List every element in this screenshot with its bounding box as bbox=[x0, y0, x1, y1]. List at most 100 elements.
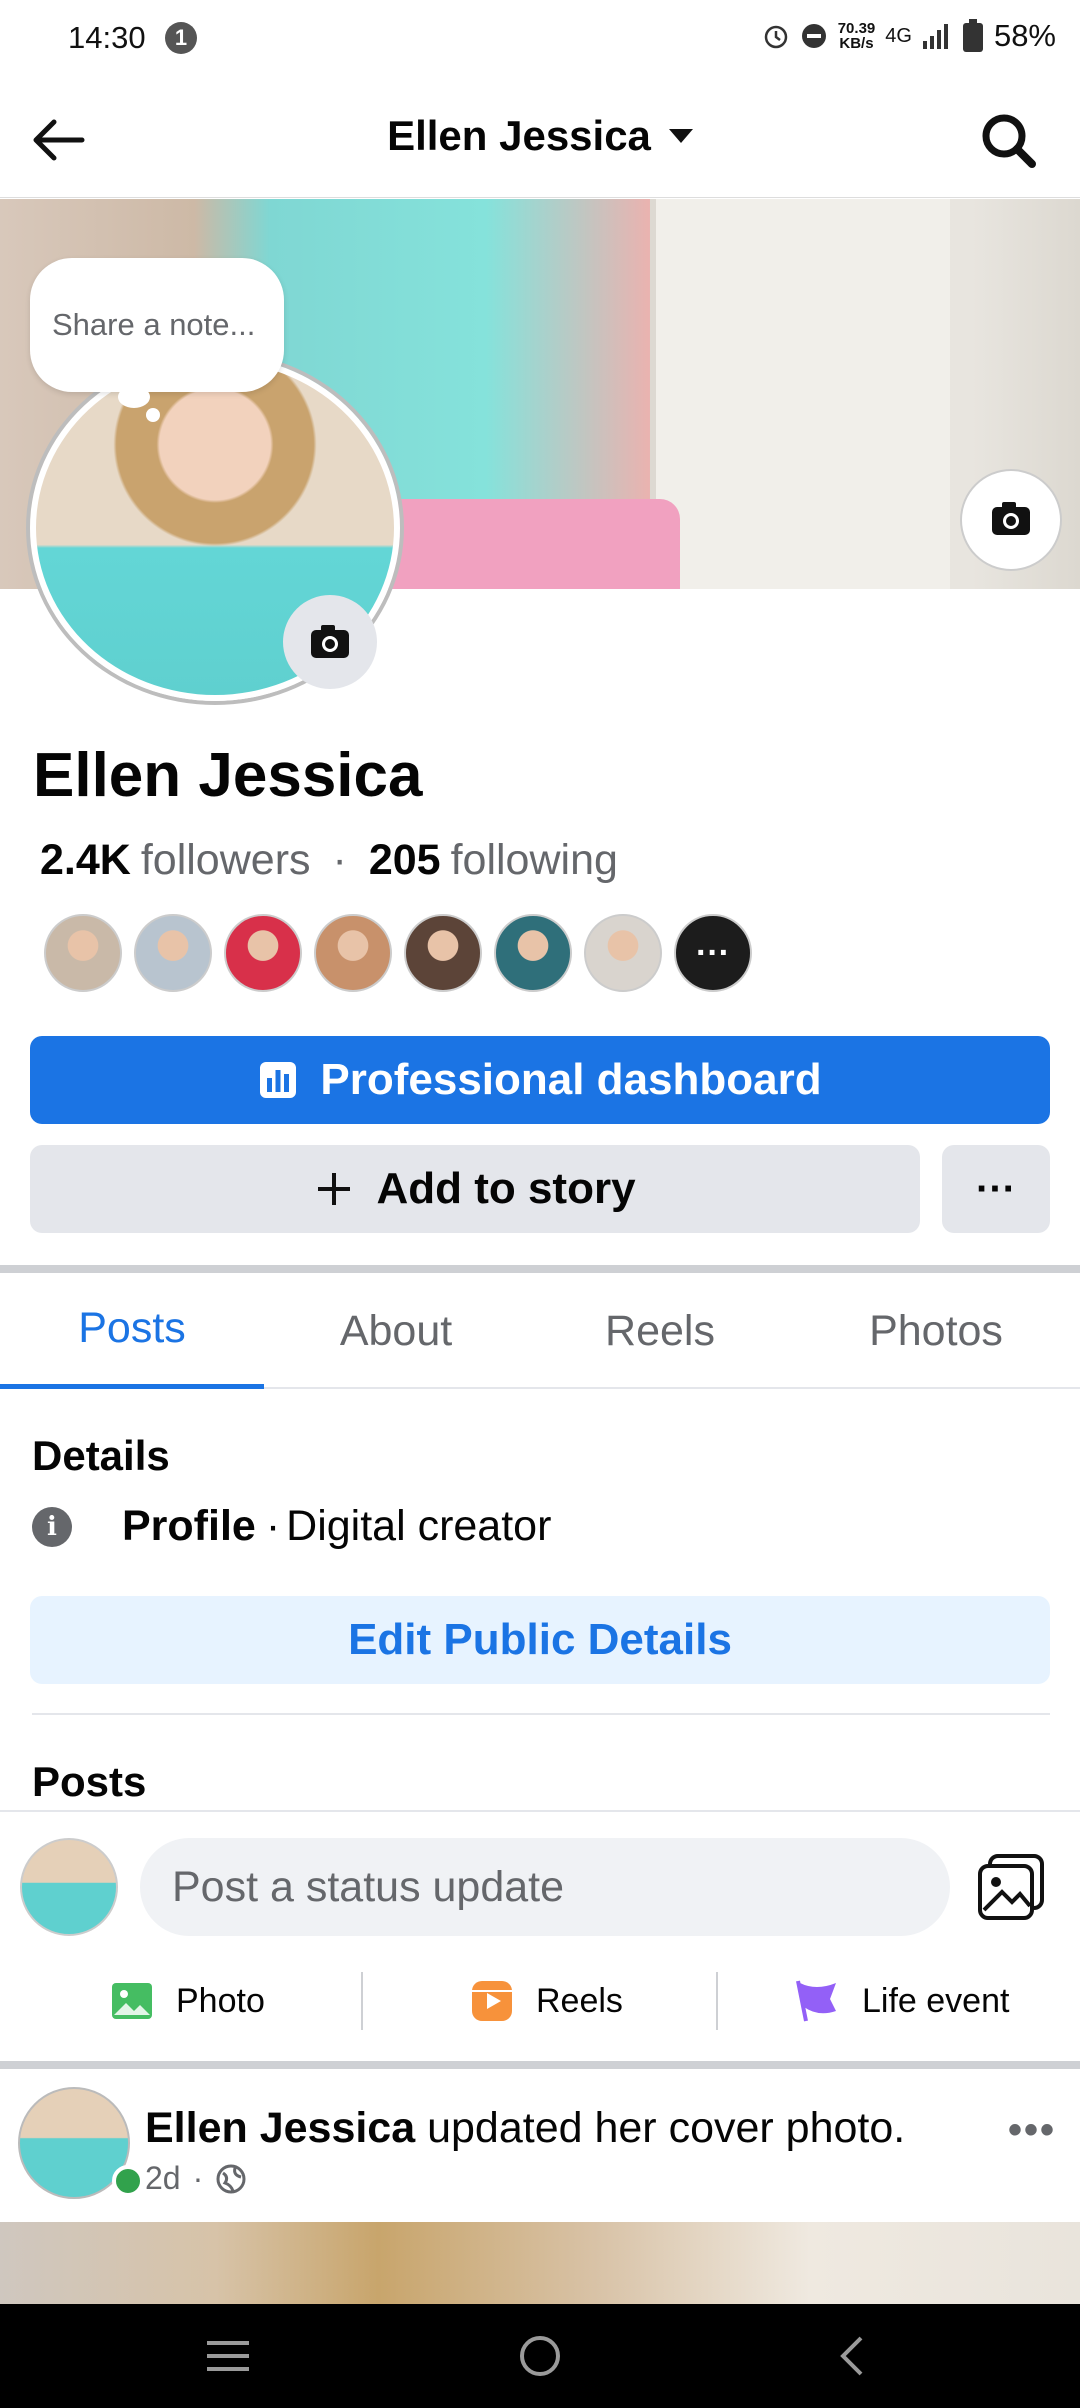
life-event-action-label: Life event bbox=[862, 1981, 1010, 2020]
system-back-button[interactable] bbox=[792, 2304, 912, 2408]
follower-avatar[interactable] bbox=[584, 914, 662, 992]
follower-avatar[interactable]: ··· bbox=[674, 914, 752, 992]
more-followers-label: ··· bbox=[696, 933, 730, 972]
tab-reels-label: Reels bbox=[605, 1306, 715, 1355]
profile-type-row: i Profile · Digital creator bbox=[32, 1502, 551, 1551]
follower-avatar[interactable] bbox=[224, 914, 302, 992]
follower-avatars[interactable]: ··· bbox=[44, 914, 752, 992]
divider bbox=[0, 1810, 1080, 1812]
action-divider bbox=[716, 1972, 718, 2030]
dnd-icon bbox=[801, 24, 826, 48]
add-to-story-label: Add to story bbox=[376, 1164, 636, 1213]
cover-clothing-shape bbox=[380, 499, 680, 589]
notification-badge: 1 bbox=[165, 22, 197, 54]
note-bubble-tail bbox=[118, 386, 150, 408]
life-event-action[interactable]: Life event bbox=[792, 1966, 1009, 2036]
recent-apps-button[interactable] bbox=[168, 2304, 288, 2408]
status-update-input[interactable]: Post a status update bbox=[140, 1838, 950, 1936]
search-icon[interactable] bbox=[978, 110, 1038, 170]
follower-avatar[interactable] bbox=[494, 914, 572, 992]
note-bubble-tail-dot bbox=[146, 408, 160, 422]
net-speed: 70.39 KB/s bbox=[838, 21, 876, 51]
follower-avatar[interactable] bbox=[134, 914, 212, 992]
composer-actions: Photo Reels Life event bbox=[0, 1966, 1080, 2036]
battery-level: 58% bbox=[993, 18, 1056, 53]
status-icons: 70.39 KB/s 4G 58% bbox=[762, 18, 1056, 54]
status-bar: 14:30 1 70.39 KB/s 4G 58% bbox=[0, 0, 1080, 80]
followers-label[interactable]: followers bbox=[141, 836, 311, 885]
following-label[interactable]: following bbox=[451, 836, 618, 885]
add-to-story-button[interactable]: Add to story bbox=[30, 1145, 920, 1233]
professional-dashboard-button[interactable]: Professional dashboard bbox=[30, 1036, 1050, 1124]
profile-name: Ellen Jessica bbox=[33, 741, 423, 810]
edit-public-details-button[interactable]: Edit Public Details bbox=[30, 1596, 1050, 1684]
post-more-button[interactable]: ••• bbox=[1008, 2108, 1056, 2153]
reels-action-label: Reels bbox=[536, 1981, 623, 2020]
globe-icon bbox=[216, 2164, 246, 2193]
section-divider bbox=[0, 1265, 1080, 1273]
details-heading: Details bbox=[32, 1432, 170, 1479]
more-options-label: ··· bbox=[976, 1166, 1016, 1211]
follower-avatar[interactable] bbox=[404, 914, 482, 992]
profile-type-label: Profile bbox=[122, 1502, 256, 1550]
tab-photos-label: Photos bbox=[869, 1306, 1003, 1355]
top-app-bar: Ellen Jessica bbox=[0, 80, 1080, 198]
caret-down-icon bbox=[668, 129, 693, 143]
photo-icon bbox=[112, 1983, 152, 2019]
divider bbox=[32, 1713, 1050, 1715]
reels-icon bbox=[472, 1981, 512, 2021]
status-update-placeholder: Post a status update bbox=[172, 1862, 565, 1911]
battery-icon bbox=[962, 19, 983, 52]
followers-count[interactable]: 2.4K bbox=[40, 836, 131, 885]
tab-reels[interactable]: Reels bbox=[528, 1273, 792, 1389]
post-author-name[interactable]: Ellen Jessica bbox=[145, 2104, 415, 2152]
system-nav-bar bbox=[0, 2304, 1080, 2408]
following-count[interactable]: 205 bbox=[369, 836, 441, 885]
follow-stats: 2.4K followers · 205 following bbox=[40, 836, 618, 885]
header-title: Ellen Jessica bbox=[387, 112, 651, 159]
info-icon: i bbox=[32, 1506, 72, 1547]
action-divider bbox=[361, 1972, 363, 2030]
status-time: 14:30 bbox=[68, 20, 146, 55]
tab-about-label: About bbox=[339, 1306, 453, 1355]
dashboard-icon bbox=[260, 1062, 297, 1098]
recent-apps-icon bbox=[207, 2341, 249, 2371]
professional-dashboard-label: Professional dashboard bbox=[320, 1055, 822, 1104]
follower-avatar[interactable] bbox=[314, 914, 392, 992]
home-button[interactable] bbox=[480, 2304, 600, 2408]
flag-icon bbox=[796, 1980, 836, 2022]
plus-icon bbox=[318, 1173, 351, 1205]
tab-about[interactable]: About bbox=[264, 1273, 528, 1389]
post-cover-image[interactable] bbox=[0, 2222, 1080, 2304]
note-placeholder: Share a note... bbox=[52, 307, 256, 342]
tab-posts[interactable]: Posts bbox=[0, 1273, 264, 1389]
photo-action[interactable]: Photo bbox=[110, 1966, 265, 2036]
share-note-bubble[interactable]: Share a note... bbox=[30, 258, 284, 392]
profile-type-value: Digital creator bbox=[286, 1502, 552, 1550]
posts-heading: Posts bbox=[32, 1758, 147, 1805]
post-header-text: Ellen Jessica updated her cover photo. bbox=[145, 2104, 905, 2153]
post-action-text: updated her cover photo. bbox=[427, 2104, 906, 2152]
section-divider bbox=[0, 2061, 1080, 2069]
edit-public-details-label: Edit Public Details bbox=[348, 1615, 732, 1664]
signal-icon bbox=[922, 24, 948, 49]
follower-avatar[interactable] bbox=[44, 914, 122, 992]
camera-icon bbox=[992, 502, 1030, 535]
edit-profile-picture-button[interactable] bbox=[283, 595, 377, 689]
post-meta: 2d · bbox=[145, 2160, 247, 2197]
stats-separator: · bbox=[332, 836, 347, 884]
edit-cover-button[interactable] bbox=[962, 471, 1060, 569]
home-circle-icon bbox=[520, 2336, 560, 2376]
post-time[interactable]: 2d bbox=[145, 2160, 181, 2197]
composer-avatar[interactable] bbox=[20, 1838, 118, 1936]
tab-photos[interactable]: Photos bbox=[792, 1273, 1080, 1389]
net-speed-value: 70.39 bbox=[837, 20, 876, 37]
profile-switcher[interactable]: Ellen Jessica bbox=[0, 112, 1080, 160]
cover-door-shape bbox=[650, 199, 950, 589]
tab-posts-label: Posts bbox=[78, 1304, 186, 1352]
photo-action-label: Photo bbox=[176, 1981, 265, 2020]
more-options-button[interactable]: ··· bbox=[942, 1145, 1050, 1233]
add-photo-icon[interactable] bbox=[976, 1850, 1048, 1922]
camera-icon bbox=[311, 625, 349, 658]
reels-action[interactable]: Reels bbox=[470, 1966, 623, 2036]
